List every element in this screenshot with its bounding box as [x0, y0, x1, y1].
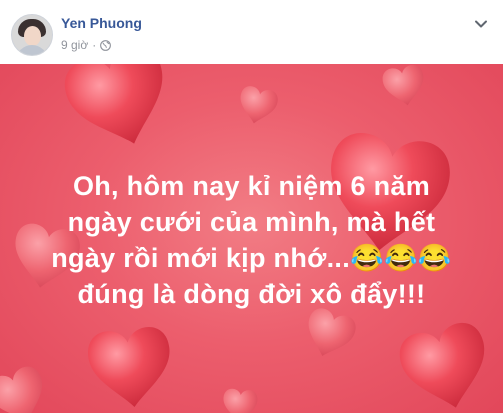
caption-line: đúng là dòng đời xô đẩy!!!	[77, 279, 426, 309]
heart-shape	[221, 387, 259, 413]
chevron-down-icon[interactable]	[472, 15, 490, 33]
post-meta: 9 giờ ·	[61, 37, 112, 53]
heart-shape	[0, 362, 54, 413]
heart-shape	[299, 305, 359, 364]
avatar[interactable]	[11, 14, 53, 56]
caption-line: Oh, hôm nay kỉ niệm 6 năm	[72, 171, 431, 201]
heart-shape	[85, 324, 176, 412]
heart-shape	[235, 84, 280, 128]
avatar-shoulders	[16, 45, 48, 55]
heart-shape	[394, 318, 498, 413]
facebook-post: Yen Phuong 9 giờ · Oh, hôm nay kỉ niệm 6…	[0, 0, 503, 413]
image-caption: Oh, hôm nay kỉ niệm 6 năm ngày cưới của …	[0, 168, 503, 312]
globe-icon[interactable]	[100, 39, 112, 51]
meta-separator: ·	[92, 38, 97, 52]
caption-line: ngày cưới của mình, mà hết	[67, 207, 436, 237]
post-header: Yen Phuong 9 giờ ·	[0, 0, 503, 64]
avatar-face	[24, 26, 41, 46]
post-image[interactable]: Oh, hôm nay kỉ niệm 6 năm ngày cưới của …	[0, 64, 503, 413]
caption-line: ngày rồi mới kịp nhớ...😂😂😂	[51, 243, 452, 273]
author-name[interactable]: Yen Phuong	[61, 15, 142, 31]
heart-shape	[58, 64, 182, 159]
post-timestamp[interactable]: 9 giờ	[61, 38, 88, 52]
heart-shape	[380, 64, 428, 109]
